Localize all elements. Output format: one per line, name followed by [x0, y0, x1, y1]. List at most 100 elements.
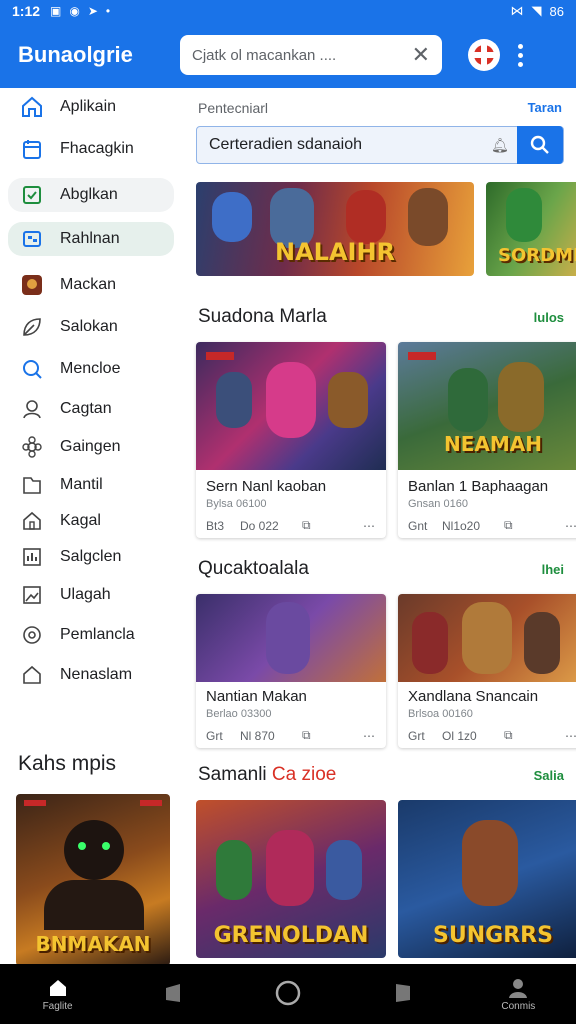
nav-profile-label: Conmis — [501, 1000, 536, 1012]
meta-value: Do 022 — [240, 518, 279, 533]
bookmark-icon[interactable]: ⧉ — [302, 728, 352, 743]
more-vert-icon[interactable] — [518, 42, 523, 69]
more-horiz-icon[interactable]: ⋯ — [363, 729, 376, 743]
bookmark-icon[interactable]: ⧉ — [302, 518, 352, 533]
section-title: Suadona Marla — [198, 306, 327, 327]
sidebar-item-14[interactable]: Nenaslam — [8, 658, 174, 692]
section-link[interactable]: lulos — [534, 310, 564, 325]
banner-caption: SORDME — [498, 245, 576, 266]
house-outline-icon — [20, 509, 44, 533]
banner-card[interactable]: NALAIHR — [196, 182, 474, 276]
avatar-cross-h — [472, 52, 496, 58]
nav-recents-button[interactable] — [363, 982, 443, 1006]
featured-card[interactable]: BNMAKAN — [16, 794, 170, 966]
featured-caption: BNMAKAN — [35, 932, 151, 956]
nav-profile-button[interactable]: Conmis — [478, 977, 558, 1012]
game-title: Banlan 1 Baphaagan — [408, 478, 549, 495]
game-title: Xandlana Snancain — [408, 688, 539, 705]
sidebar-item-11[interactable]: Salgclen — [8, 540, 174, 574]
nav-back-button[interactable] — [133, 982, 213, 1006]
breadcrumb: Pentecniarl — [198, 100, 269, 116]
sidebar-item-label: Kagal — [60, 512, 101, 529]
character-figure — [462, 820, 518, 906]
sidebar-item-12[interactable]: Ulagah — [8, 578, 174, 612]
home-icon — [20, 95, 44, 119]
bell-icon[interactable]: 🔔︎ — [491, 137, 517, 154]
nav-home-button[interactable]: Faglite — [18, 977, 98, 1012]
search-button[interactable] — [517, 126, 563, 164]
game-card[interactable]: Sern Nanl kaoban Bylsa 06100 Bt3 Do 022 … — [196, 342, 386, 538]
sidebar-item-label: Mantil — [60, 476, 103, 493]
sidebar-item-9[interactable]: Mantil — [8, 468, 174, 502]
game-card[interactable]: Xandlana Snancain Brlsoa 00160 Grt Ol 1z… — [398, 594, 576, 748]
meta-value: Ol 1z0 — [442, 728, 477, 743]
more-horiz-icon[interactable]: ⋯ — [565, 729, 576, 743]
game-card[interactable]: Nantian Makan Berlao 03300 Grt Nl 870 ⧉ … — [196, 594, 386, 748]
search-input[interactable]: Cjatk ol macankan .... — [192, 47, 412, 64]
meta-label: Grt — [206, 728, 223, 743]
game-thumbnail: NEAMAH — [398, 342, 576, 470]
sidebar-item-6[interactable]: Mencloe — [8, 352, 174, 386]
bookmark-icon[interactable]: ⧉ — [504, 728, 554, 743]
sidebar-item-0[interactable]: Aplikain — [8, 90, 174, 124]
bookmark-icon[interactable]: ⧉ — [504, 518, 554, 533]
meta-label: Gnt — [408, 518, 428, 533]
battery-text: 86 — [549, 3, 564, 19]
main-content: Pentecniarl Taran Certeradien sdanaioh 🔔… — [186, 88, 576, 964]
app-title: Bunaolgrie — [18, 42, 133, 67]
section-title: Samanli Ca zioe — [198, 764, 336, 786]
sidebar-item-5[interactable]: Salokan — [8, 310, 174, 344]
sidebar: Aplikain Fhacagkin Abglkan Rahlnan Macka… — [0, 88, 186, 966]
sidebar-item-label: Nenaslam — [60, 666, 133, 683]
recents-icon — [396, 984, 411, 1002]
game-card[interactable]: NEAMAH Banlan 1 Baphaagan Gnsan 0160 Gnt… — [398, 342, 576, 538]
search-box[interactable]: Cjatk ol macankan .... ✕ — [180, 35, 442, 75]
section-link[interactable]: lhei — [542, 562, 564, 577]
back-icon — [165, 984, 180, 1002]
sidebar-item-2[interactable]: Abglkan — [8, 178, 174, 212]
character-figure — [328, 372, 368, 428]
more-horiz-icon[interactable]: ⋯ — [565, 519, 576, 533]
banner-card[interactable]: SORDME — [486, 182, 576, 276]
sidebar-item-label: Aplikain — [60, 98, 117, 115]
sidebar-item-7[interactable]: Cagtan — [8, 392, 174, 426]
meta-value: Nl 870 — [240, 728, 275, 743]
badge-icon — [206, 352, 234, 360]
sidebar-item-label: Pemlancla — [60, 626, 135, 643]
chart-icon — [20, 545, 44, 569]
character-head — [64, 820, 124, 880]
sidebar-item-label: Rahlnan — [60, 230, 120, 247]
character-figure — [506, 188, 542, 242]
profile-icon — [509, 978, 528, 998]
sidebar-item-8[interactable]: Gaingen — [8, 430, 174, 464]
sidebar-item-4[interactable]: Mackan — [8, 268, 174, 302]
avatar[interactable] — [468, 39, 500, 71]
breadcrumb-link[interactable]: Taran — [528, 100, 562, 115]
sidebar-item-3[interactable]: Rahlnan — [8, 222, 174, 256]
app-bar: Bunaolgrie Cjatk ol macankan .... ✕ — [0, 22, 576, 88]
status-time: 1:12 — [12, 3, 41, 19]
section-title: Qucaktoalala — [198, 558, 309, 579]
section-link[interactable]: Salia — [534, 768, 564, 783]
search-circle-icon — [20, 357, 44, 381]
game-card[interactable]: SUNGRRS — [398, 800, 576, 958]
more-horiz-icon[interactable]: ⋯ — [363, 519, 376, 533]
meta-label: Grt — [408, 728, 425, 743]
meta-value: Nl1o20 — [442, 518, 481, 533]
section-title-accent: Ca zioe — [271, 764, 337, 785]
close-icon[interactable]: ✕ — [412, 42, 430, 68]
sidebar-item-10[interactable]: Kagal — [8, 504, 174, 538]
character-figure — [216, 840, 252, 900]
game-card[interactable]: GRENOLDAN — [196, 800, 386, 958]
eye-icon — [78, 842, 86, 850]
circle-home-icon — [275, 980, 301, 1006]
sidebar-item-13[interactable]: Pemlancla — [8, 618, 174, 652]
sidebar-item-1[interactable]: Fhacagkin — [8, 132, 174, 166]
filter-input[interactable]: Certeradien sdanaioh — [197, 136, 491, 154]
grid-icon — [20, 227, 44, 251]
sidebar-item-label: Salgclen — [60, 548, 122, 565]
nav-home-circle-button[interactable] — [248, 979, 328, 1009]
filter-bar[interactable]: Certeradien sdanaioh 🔔︎ — [196, 126, 564, 164]
leaf-icon — [20, 315, 44, 339]
character-figure — [498, 362, 544, 432]
